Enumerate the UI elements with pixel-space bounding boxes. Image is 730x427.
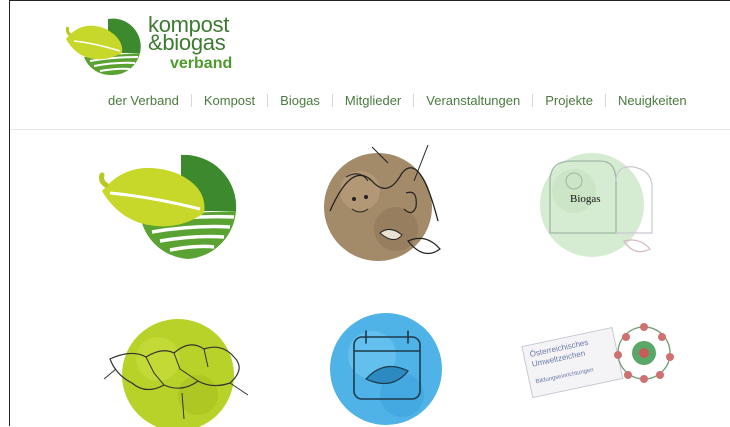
tile-verband[interactable]	[96, 151, 241, 261]
site-logo[interactable]: kompost &biogas verband	[64, 13, 244, 79]
calendar-icon	[330, 313, 442, 425]
austria-map-icon	[103, 319, 249, 427]
logo-text-verband: verband	[170, 55, 233, 72]
logo-text-biogas: &biogas	[148, 30, 226, 55]
nav-item-neuigkeiten[interactable]: Neuigkeiten	[606, 93, 699, 108]
page-frame: kompost &biogas verband der Verband Komp…	[9, 0, 730, 427]
site-header: kompost &biogas verband der Verband Komp…	[10, 1, 730, 130]
tile-mitglieder[interactable]	[102, 309, 252, 427]
brand-leaf-icon	[99, 154, 237, 259]
tile-veranstaltungen[interactable]	[326, 303, 446, 427]
nav-item-der-verband[interactable]: der Verband	[96, 93, 191, 108]
nav-item-veranstaltungen[interactable]: Veranstaltungen	[414, 93, 532, 108]
nav-item-biogas[interactable]: Biogas	[268, 93, 332, 108]
tile-umweltzeichen[interactable]: Österreichisches Umweltzeichen Bildungse…	[518, 319, 680, 403]
nav-item-mitglieder[interactable]: Mitglieder	[333, 93, 413, 108]
nav-item-projekte[interactable]: Projekte	[533, 93, 605, 108]
tile-biogas-label: Biogas	[570, 193, 601, 205]
logo-leaf-icon	[65, 18, 141, 76]
nav-item-kompost[interactable]: Kompost	[192, 93, 267, 108]
compost-illustration-icon	[324, 144, 441, 261]
main-navigation: der Verband Kompost Biogas Mitglieder Ve…	[96, 93, 699, 108]
tile-kompost[interactable]	[316, 141, 456, 273]
